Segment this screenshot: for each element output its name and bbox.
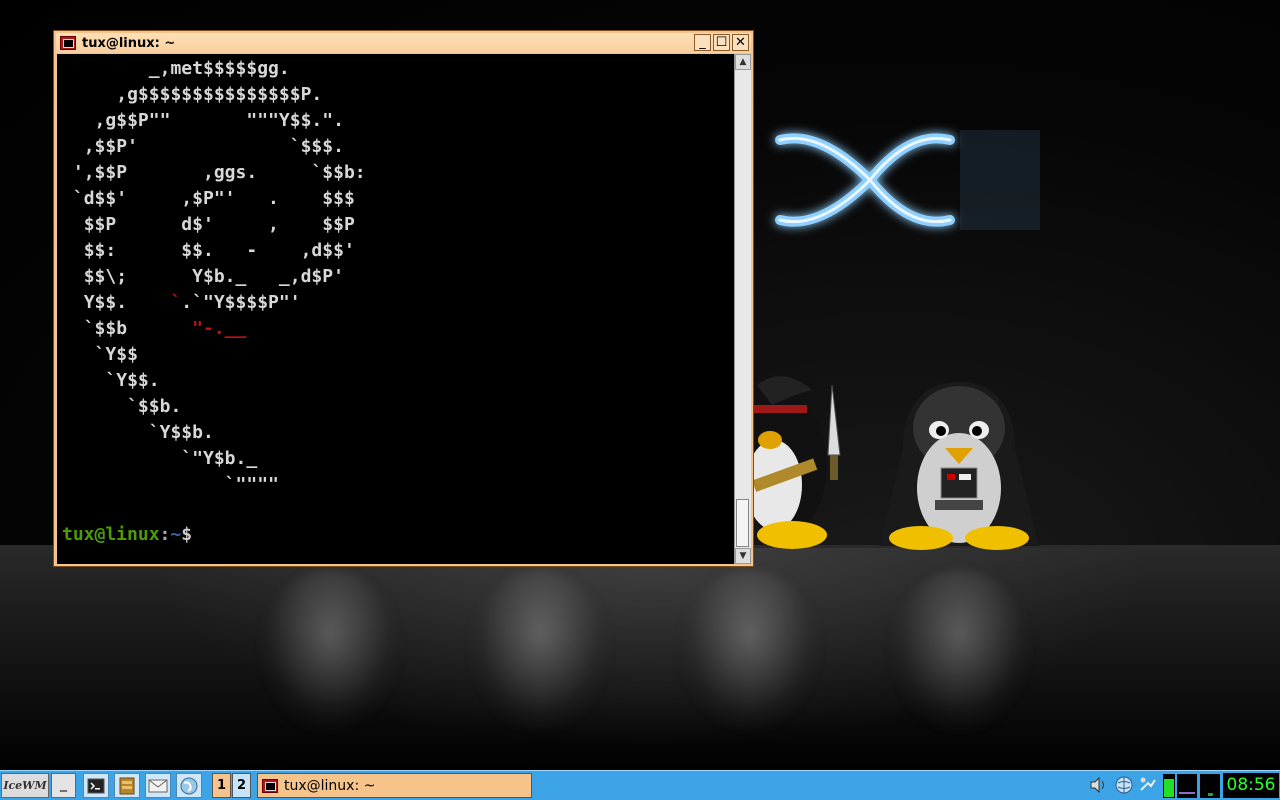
mail-status-icon[interactable] [1200,774,1220,798]
web-browser-launcher-icon[interactable] [176,773,202,798]
penguin-reflection [890,570,1030,730]
ascii-line: ,g$$$$$$$$$$$$$$$P. [116,84,323,105]
prompt-path: ~ [170,524,182,545]
ascii-line: $$P d$' , $$P [83,214,355,235]
scroll-up-arrow-icon[interactable]: ▲ [735,54,751,70]
terminal-scrollbar[interactable]: ▲ ▼ [734,54,751,564]
ascii-line: Y$$. `.`"Y$$$$P"' [83,292,301,313]
ascii-line: ',$$P ,ggs. `$$b: [72,162,366,183]
ascii-line: `$$b "-.__ [83,318,247,339]
ascii-line: ,$$P' `$$$. [83,136,344,157]
ascii-line: $$: $$. - ,d$$' [83,240,355,261]
connection-icon[interactable] [1138,775,1158,795]
penguin-reflection [680,570,820,730]
net-monitor-icon[interactable] [1177,774,1197,798]
cpu-monitor-icon[interactable] [1163,774,1175,798]
volume-icon[interactable] [1088,775,1108,795]
vader-penguin-icon [879,382,1039,550]
prompt-colon: : [159,524,171,545]
ascii-line: `$$b. [127,396,182,417]
scrollbar-thumb[interactable] [736,499,749,547]
taskbar: IceWM _ 1 2 tux@linux: ~ 08:56 [0,770,1280,800]
ascii-line: `Y$$b. [148,422,214,443]
mail-launcher-icon[interactable] [145,773,171,798]
ascii-line: $$\; Y$b._ _,d$P' [83,266,344,287]
penguin-reflection [260,570,400,730]
ascii-line: `d$$' ,$P"' . $$$ [72,188,355,209]
terminal-launcher-icon[interactable] [83,773,109,798]
task-button-terminal[interactable]: tux@linux: ~ [257,773,532,798]
show-desktop-button[interactable]: _ [51,773,76,798]
terminal-output[interactable]: _,met$$$$$gg. ,g$$$$$$$$$$$$$$$P. ,g$$P"… [57,54,735,564]
shell-prompt[interactable]: tux@linux:~$ [62,524,192,545]
debian-ascii-logo: _,met$$$$$gg. ,g$$$$$$$$$$$$$$$P. ,g$$P"… [62,56,366,498]
rambo-penguin-icon [752,376,841,549]
scroll-down-arrow-icon[interactable]: ▼ [735,548,751,564]
start-menu-button[interactable]: IceWM [1,773,49,798]
terminal-app-icon [262,778,278,793]
close-button[interactable]: ✕ [732,34,749,51]
file-manager-launcher-icon[interactable] [114,773,140,798]
x-logo-icon [775,130,1040,230]
workspace-2-button[interactable]: 2 [232,773,251,798]
penguin-reflection [470,570,610,730]
ascii-line: `Y$$ [94,344,138,365]
ascii-line: `"""" [224,474,279,495]
prompt-sign: $ [181,524,193,545]
terminal-app-icon[interactable] [60,36,76,50]
ascii-line: ,g$$P"" """Y$$.". [94,110,344,131]
network-icon[interactable] [1114,775,1134,795]
window-titlebar[interactable]: tux@linux: ~ _ ☐ ✕ [56,33,751,53]
workspace-1-button[interactable]: 1 [212,773,231,798]
prompt-user-host: tux@linux [62,524,160,545]
task-label: tux@linux: ~ [284,777,376,794]
window-controls: _ ☐ ✕ [694,34,749,51]
terminal-window[interactable]: tux@linux: ~ _ ☐ ✕ _,met$$$$$gg. ,g$$$$$… [53,30,754,567]
ascii-line: _,met$$$$$gg. [148,58,290,79]
minimize-button[interactable]: _ [694,34,711,51]
maximize-button[interactable]: ☐ [713,34,730,51]
ascii-line: `Y$$. [105,370,160,391]
window-title: tux@linux: ~ [82,35,176,51]
clock[interactable]: 08:56 [1223,773,1279,798]
ascii-line: `"Y$b._ [181,448,258,469]
